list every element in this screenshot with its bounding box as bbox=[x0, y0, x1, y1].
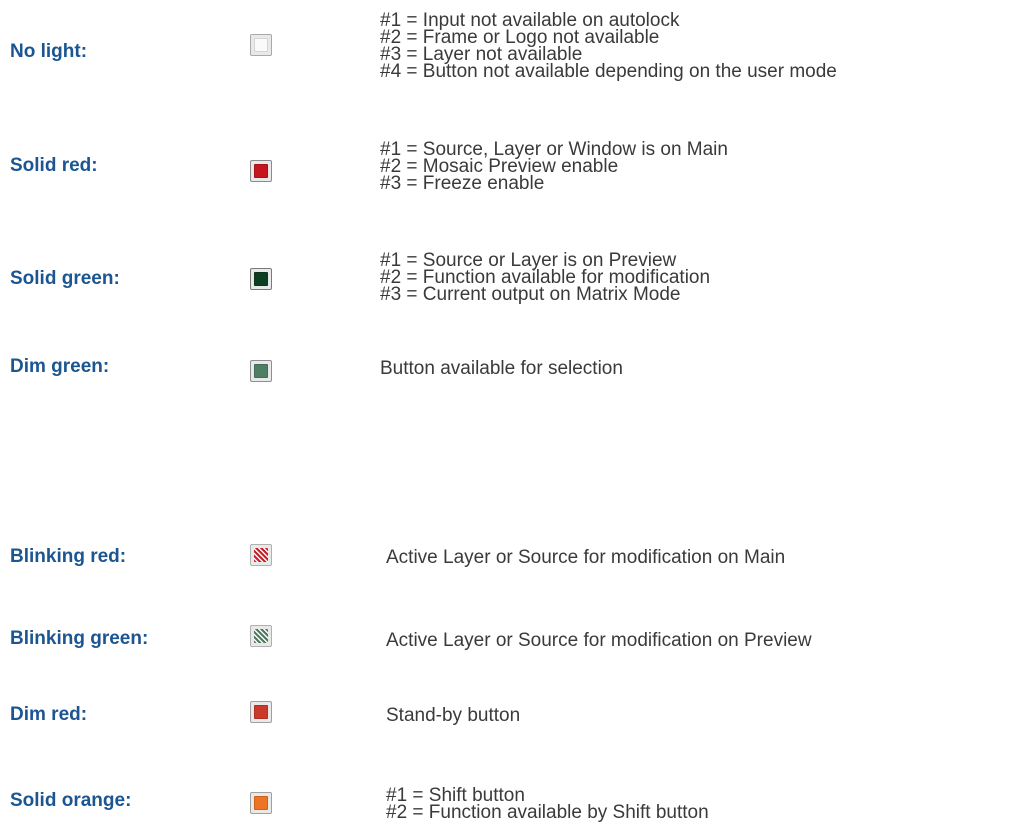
label-no-light: No light: bbox=[10, 41, 88, 62]
swatch-fill bbox=[254, 796, 268, 810]
swatch-fill bbox=[254, 272, 268, 286]
blinking-red-line-1: Active Layer or Source for modification … bbox=[386, 547, 786, 568]
no-light-description: #1 = Input not available on autolock #2 … bbox=[380, 11, 837, 82]
swatch-fill bbox=[254, 38, 268, 52]
blinking-red-swatch-icon bbox=[250, 544, 272, 566]
swatch-fill bbox=[254, 629, 268, 643]
solid-orange-description: #1 = Shift button #2 = Function availabl… bbox=[386, 786, 709, 823]
dim-green-description: Button available for selection bbox=[380, 358, 623, 380]
solid-green-swatch-icon bbox=[250, 268, 272, 290]
solid-red-line-3: #3 = Freeze enable bbox=[380, 173, 545, 194]
dim-red-swatch-icon bbox=[250, 701, 272, 723]
label-blinking-green: Blinking green: bbox=[10, 628, 149, 649]
solid-green-description: #1 = Source or Layer is on Preview #2 = … bbox=[380, 251, 710, 305]
no-light-swatch-icon bbox=[250, 34, 272, 56]
swatch-fill bbox=[254, 705, 268, 719]
solid-red-description: #1 = Source, Layer or Window is on Main … bbox=[380, 140, 728, 194]
swatch-fill bbox=[254, 164, 268, 178]
label-dim-green: Dim green: bbox=[10, 356, 110, 377]
dim-red-description: Stand-by button bbox=[386, 705, 520, 727]
blinking-red-description: Active Layer or Source for modification … bbox=[386, 547, 785, 569]
solid-orange-line-2: #2 = Function available by Shift button bbox=[386, 802, 709, 823]
dim-green-swatch-icon bbox=[250, 360, 272, 382]
solid-orange-swatch-icon bbox=[250, 792, 272, 814]
label-solid-orange: Solid orange: bbox=[10, 790, 132, 811]
label-solid-red: Solid red: bbox=[10, 155, 98, 176]
blinking-green-line-1: Active Layer or Source for modification … bbox=[386, 630, 812, 651]
solid-red-swatch-icon bbox=[250, 160, 272, 182]
no-light-line-4: #4 = Button not available depending on t… bbox=[380, 61, 837, 82]
label-solid-green: Solid green: bbox=[10, 268, 120, 289]
blinking-green-description: Active Layer or Source for modification … bbox=[386, 630, 812, 652]
label-dim-red: Dim red: bbox=[10, 704, 88, 725]
swatch-fill bbox=[254, 364, 268, 378]
label-blinking-red: Blinking red: bbox=[10, 546, 127, 567]
solid-green-line-3: #3 = Current output on Matrix Mode bbox=[380, 284, 681, 305]
dim-red-line-1: Stand-by button bbox=[386, 705, 521, 726]
blinking-green-swatch-icon bbox=[250, 625, 272, 647]
swatch-fill bbox=[254, 548, 268, 562]
dim-green-line-1: Button available for selection bbox=[380, 358, 623, 379]
